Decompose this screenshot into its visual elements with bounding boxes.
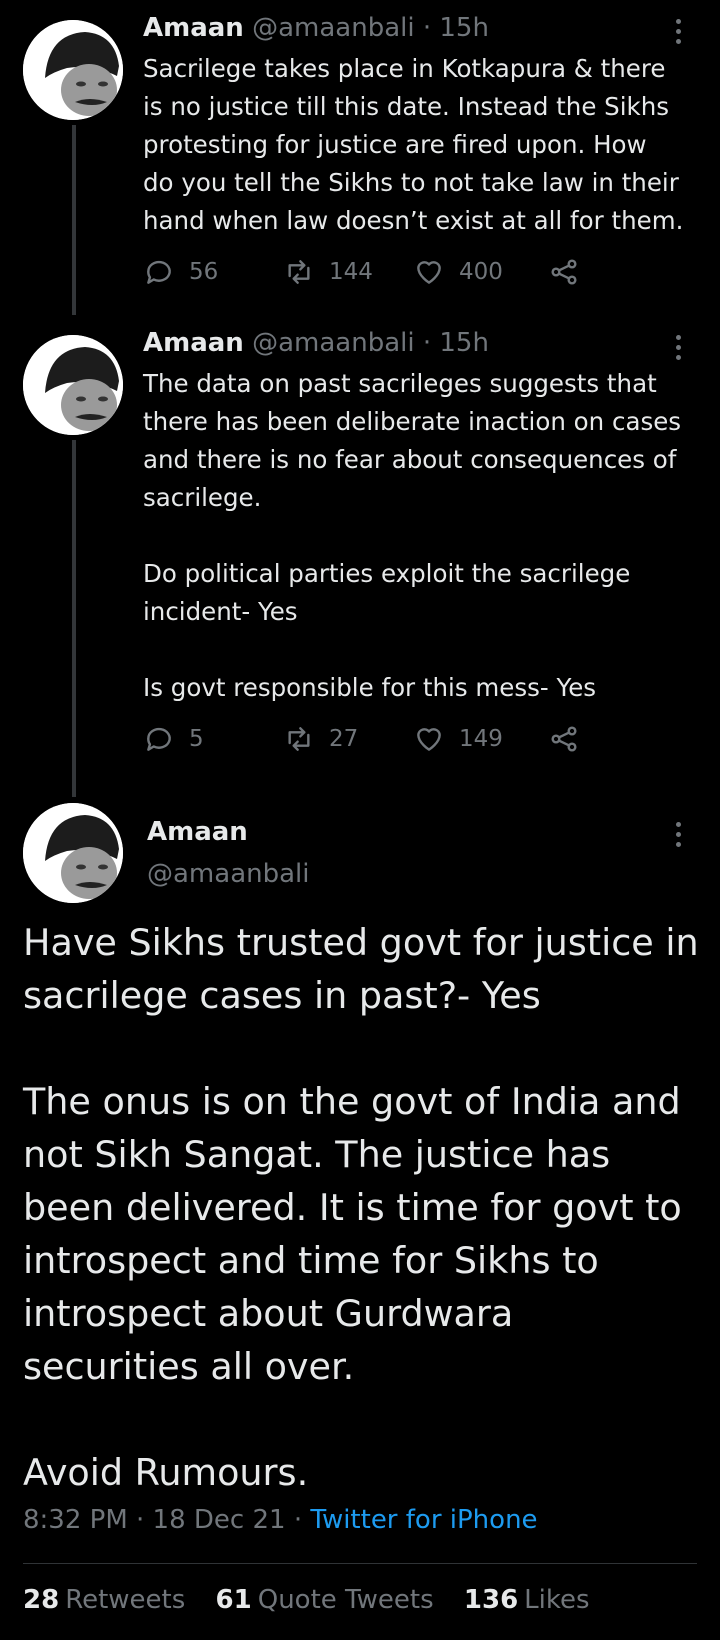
tweet-stats: 28 Retweets 61 Quote Tweets 136 Likes [23, 1585, 612, 1615]
reply-icon [147, 727, 171, 751]
display-name[interactable]: Amaan [143, 328, 244, 358]
thread-line [72, 125, 76, 315]
share-button[interactable] [548, 723, 594, 755]
user-handle[interactable]: @amaanbali [252, 328, 415, 358]
tweet-time[interactable]: · 15h [423, 13, 489, 43]
reply-button[interactable]: 56 [143, 256, 218, 288]
retweet-button[interactable]: 144 [283, 256, 373, 288]
likes-stat[interactable]: 136 Likes [464, 1585, 612, 1615]
thread-line [72, 440, 76, 797]
like-count: 149 [459, 726, 503, 752]
tweet-text: The data on past sacrileges suggests tha… [143, 369, 682, 702]
retweets-stat[interactable]: 28 Retweets [23, 1585, 207, 1615]
more-icon[interactable] [676, 822, 682, 852]
retweet-icon [288, 727, 310, 751]
tweet-actions: 5 27 149 [143, 723, 623, 763]
avatar[interactable] [23, 20, 123, 120]
tweet-actions: 56 144 400 [143, 256, 623, 296]
share-icon [551, 726, 577, 752]
user-handle[interactable]: @amaanbali [252, 13, 415, 43]
retweet-icon [288, 260, 310, 284]
heart-icon [417, 728, 441, 751]
display-name[interactable]: Amaan [143, 13, 244, 43]
main-tweet-text: Have Sikhs trusted govt for justice in s… [23, 921, 699, 1494]
retweet-count: 27 [329, 726, 359, 752]
share-button[interactable] [548, 256, 594, 288]
tweet-header: Amaan @amaanbali · 15h [143, 13, 489, 43]
avatar[interactable] [23, 335, 123, 435]
heart-icon [417, 261, 441, 284]
tweet-timestamp[interactable]: 8:32 PM · 18 Dec 21 · [23, 1505, 310, 1535]
reply-count: 5 [189, 726, 204, 752]
like-count: 400 [459, 259, 503, 285]
tweet-source-link[interactable]: Twitter for iPhone [310, 1505, 537, 1535]
tweet-header: Amaan @amaanbali · 15h [143, 328, 489, 358]
more-icon[interactable] [676, 19, 682, 49]
tweet-text: Sacrilege takes place in Kotkapura & the… [143, 54, 684, 235]
divider [23, 1563, 697, 1564]
tweet-time[interactable]: · 15h [423, 328, 489, 358]
reply-count: 56 [189, 259, 219, 285]
main-display-name[interactable]: Amaan [147, 817, 248, 847]
like-button[interactable]: 149 [413, 723, 503, 755]
reply-button[interactable]: 5 [143, 723, 204, 755]
avatar[interactable] [23, 803, 123, 903]
main-user-handle[interactable]: @amaanbali [147, 859, 310, 889]
share-icon [551, 259, 577, 285]
tweet-meta: 8:32 PM · 18 Dec 21 · Twitter for iPhone [23, 1505, 538, 1535]
more-icon[interactable] [676, 335, 682, 365]
reply-icon [147, 260, 171, 284]
quote-tweets-stat[interactable]: 61 Quote Tweets [216, 1585, 456, 1615]
like-button[interactable]: 400 [413, 256, 503, 288]
retweet-count: 144 [329, 259, 373, 285]
retweet-button[interactable]: 27 [283, 723, 358, 755]
